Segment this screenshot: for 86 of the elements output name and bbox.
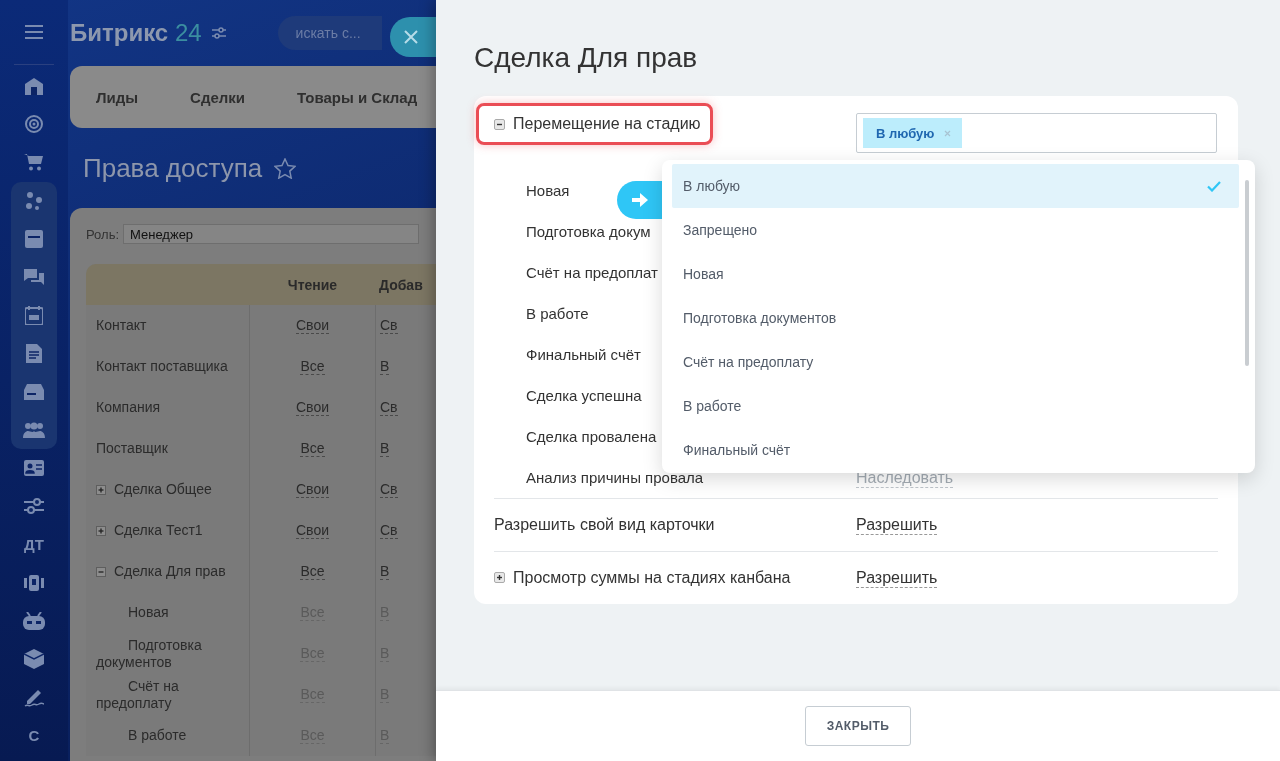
column-header: Чтение — [287, 276, 338, 293]
page-title: Права доступа — [83, 152, 263, 184]
permission-label: Разрешить свой вид карточки — [494, 516, 715, 534]
window-icon[interactable] — [25, 229, 43, 248]
permission-link[interactable]: Св — [380, 317, 398, 334]
permission-link[interactable]: Свои — [296, 481, 329, 498]
stage-label: Новая — [526, 181, 570, 199]
dropdown-option[interactable]: В работе — [672, 384, 1239, 428]
nav-tab[interactable]: Сделки — [190, 88, 246, 106]
permission-link[interactable]: Св — [380, 522, 398, 539]
row-label: Новая — [127, 604, 169, 621]
nav-tab[interactable]: Товары и Склад — [297, 88, 418, 106]
cart-icon[interactable] — [24, 153, 44, 172]
close-button[interactable]: ЗАКРЫТЬ — [805, 706, 911, 746]
dots-icon[interactable] — [24, 190, 44, 211]
permission-link[interactable]: В — [380, 563, 390, 580]
close-icon — [404, 30, 418, 44]
role-label: Роль: — [86, 226, 119, 242]
permission-label: Просмотр суммы на стадиях канбана — [494, 568, 791, 587]
permission-link[interactable]: Все — [300, 358, 325, 375]
sliders-icon[interactable] — [211, 27, 226, 39]
check-icon — [1207, 180, 1221, 192]
sliders-icon[interactable] — [24, 498, 44, 515]
stage-label: Подготовка докум — [526, 222, 651, 240]
star-icon[interactable] — [274, 157, 297, 179]
row-label: В работе — [127, 727, 187, 744]
stage-label: Счёт на предоплат — [526, 263, 658, 281]
row-label: Контакт поставщика — [96, 358, 228, 375]
device-icon[interactable] — [23, 574, 45, 591]
panel-title: Сделка Для прав — [474, 41, 699, 75]
tag[interactable]: В любую — [863, 118, 963, 148]
dropdown-option[interactable]: Счёт на предоплату — [672, 340, 1239, 384]
row-label: Сделка Для прав — [114, 563, 226, 580]
row-label: Компания — [96, 399, 161, 416]
document-icon[interactable] — [26, 343, 42, 363]
row-label: Счёт на предоплату — [96, 677, 180, 712]
cube-icon[interactable] — [24, 648, 44, 669]
pen-icon[interactable] — [24, 687, 44, 708]
menu-icon[interactable] — [25, 25, 43, 39]
target-icon[interactable] — [24, 114, 44, 135]
column-header: Добав — [379, 276, 423, 293]
sidebar-item[interactable]: ДТ — [24, 535, 44, 553]
calendar-icon[interactable] — [25, 305, 43, 325]
row-label: Сделка Общее — [114, 481, 212, 498]
arrow-icon — [632, 193, 648, 207]
permission-link[interactable]: Разрешить — [856, 568, 938, 588]
permission-link[interactable]: Свои — [296, 317, 329, 334]
arrow-button[interactable] — [617, 181, 662, 219]
dropdown-option[interactable]: В любую — [672, 164, 1239, 208]
stage-label: Сделка успешна — [526, 386, 642, 404]
stage-label: В работе — [526, 304, 589, 322]
permission-link[interactable]: В — [380, 358, 390, 375]
nav-tab[interactable]: Лиды — [96, 88, 139, 106]
scrollbar[interactable] — [1245, 180, 1249, 366]
permission-link[interactable]: Св — [380, 481, 398, 498]
stage-label: Финальный счёт — [526, 345, 641, 363]
row-label: Сделка Тест1 — [114, 522, 203, 539]
permission-link[interactable]: Свои — [296, 399, 329, 416]
collapse-icon[interactable] — [494, 118, 505, 130]
permission-link[interactable]: Св — [380, 399, 398, 416]
stage-selector[interactable]: В любую — [856, 113, 1217, 153]
robot-icon[interactable] — [23, 611, 45, 630]
row-label: Контакт — [96, 317, 147, 334]
home-icon[interactable] — [24, 77, 44, 96]
row-label: Поставщик — [96, 440, 168, 457]
highlighted-label: Перемещение на стадию — [476, 103, 713, 145]
dropdown-option[interactable]: Подготовка документов — [672, 296, 1239, 340]
search-field[interactable]: искать с... — [277, 16, 382, 50]
chat-icon[interactable] — [24, 268, 44, 287]
logo[interactable]: Битрикс 24 — [70, 19, 202, 47]
sidebar-item[interactable]: С — [28, 726, 40, 744]
dropdown-option[interactable]: Запрещено — [672, 208, 1239, 252]
permission-link[interactable]: Свои — [296, 522, 329, 539]
people-icon[interactable] — [23, 421, 45, 438]
contact-card-icon[interactable] — [24, 459, 44, 476]
drawer-icon[interactable] — [24, 383, 44, 400]
close-button[interactable] — [390, 17, 436, 57]
row-label: Подготовка документов — [96, 636, 203, 671]
expand-icon[interactable] — [494, 572, 505, 584]
permission-link[interactable]: Все — [300, 563, 325, 580]
role-field[interactable]: Менеджер — [123, 224, 419, 244]
permission-link[interactable]: В — [380, 440, 390, 457]
stage-label: Сделка провалена — [526, 427, 657, 445]
dropdown-option[interactable]: Новая — [672, 252, 1239, 296]
permission-link[interactable]: Все — [300, 440, 325, 457]
permission-link[interactable]: Разрешить — [856, 515, 938, 535]
